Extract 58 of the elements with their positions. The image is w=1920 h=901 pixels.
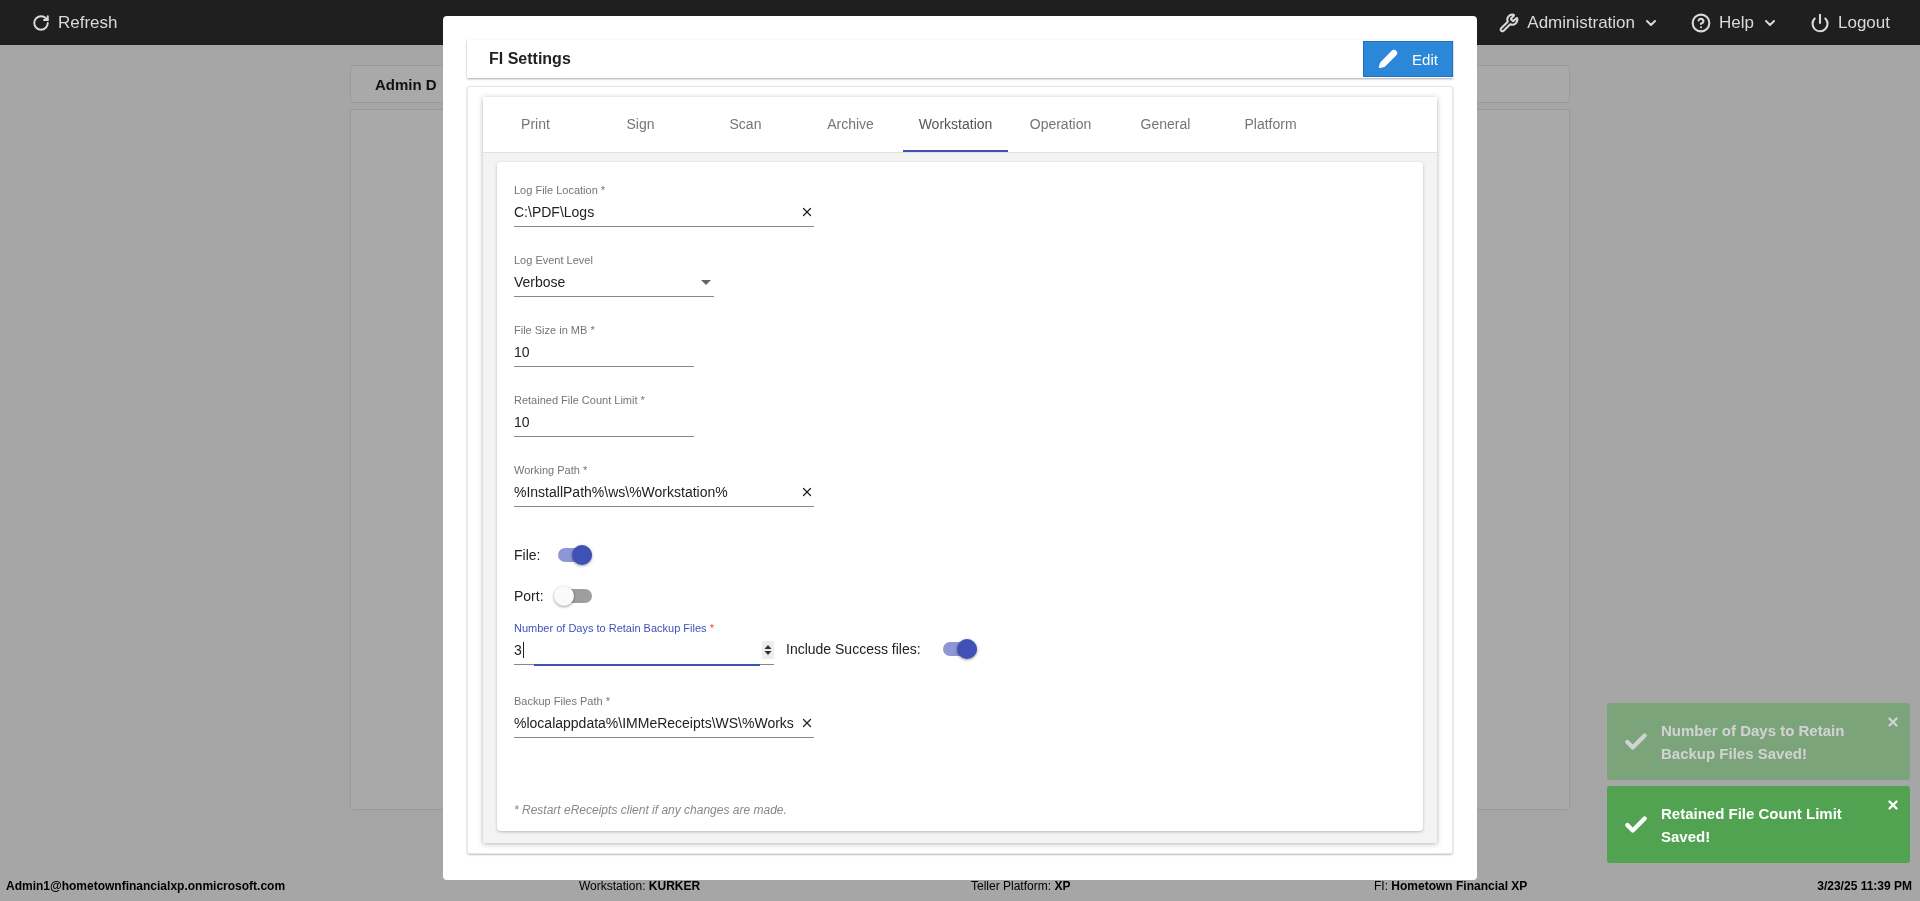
toggle-switch[interactable]: [558, 548, 592, 562]
tab[interactable]: Operation: [1008, 97, 1113, 152]
toggle-label: Include Success files:: [786, 641, 922, 657]
menu-link[interactable]: Logout: [1810, 12, 1890, 33]
help-icon: [1691, 12, 1712, 33]
clear-icon[interactable]: [800, 205, 814, 219]
restart-note: * Restart eReceipts client if any changes are made.: [514, 803, 788, 817]
number-field[interactable]: Number of Days to Retain Backup Files * 3: [514, 622, 774, 665]
dropdown-arrow-icon: [701, 279, 711, 285]
toggle-label: Port:: [514, 588, 545, 604]
menu-link[interactable]: Administration: [1499, 12, 1660, 33]
field-value: 10: [514, 344, 531, 360]
text-field[interactable]: File Size in MB * 10: [514, 324, 694, 367]
refresh-icon: [32, 13, 50, 32]
spinner-icon[interactable]: [762, 641, 774, 659]
field-label: File Size in MB *: [514, 324, 596, 338]
toast-message: Number of Days to Retain Backup Files Saved!: [1661, 720, 1846, 764]
toggle-label: File:: [514, 547, 542, 563]
pencil-icon: [1378, 49, 1399, 69]
field-label: Working Path *: [514, 464, 589, 478]
tab[interactable]: Sign: [588, 97, 693, 152]
field-label: Log File Location *: [514, 184, 607, 198]
wrench-icon: [1499, 12, 1520, 33]
field-label: Number of Days to Retain Backup Files *: [514, 622, 715, 636]
text-field[interactable]: Backup Files Path * %localappdata%\IMMeReceipts\WS\%Works: [514, 695, 814, 738]
status-item: Teller Platform: XP: [971, 879, 1072, 893]
tab[interactable]: Archive: [798, 97, 903, 152]
field-label: Log Event Level: [514, 254, 594, 268]
select-field[interactable]: Log Event Level Verbose: [514, 254, 714, 297]
dialog-title: FI Settings: [489, 50, 571, 68]
tab[interactable]: Print: [483, 97, 588, 152]
close-icon[interactable]: [1886, 798, 1900, 812]
text-field[interactable]: Retained File Count Limit * 10: [514, 394, 694, 437]
date-time: 3/23/25 11:39 PM: [1817, 879, 1912, 893]
user-email: Admin1@hometownfinancialxp.onmicrosoft.com: [6, 879, 287, 893]
tab[interactable]: Platform: [1218, 97, 1323, 152]
menu-link[interactable]: Help: [1691, 12, 1778, 33]
field-label: Retained File Count Limit *: [514, 394, 646, 408]
toggle-switch[interactable]: [943, 642, 977, 656]
clear-icon[interactable]: [800, 485, 814, 499]
clear-icon[interactable]: [800, 716, 814, 730]
field-value: %InstallPath%\ws\%Workstation%: [514, 484, 729, 500]
power-icon: [1810, 12, 1830, 33]
tab[interactable]: General: [1113, 97, 1218, 152]
field-value: C:\PDF\Logs: [514, 204, 596, 220]
edit-button[interactable]: Edit: [1363, 41, 1453, 77]
text-field[interactable]: Working Path * %InstallPath%\ws\%Workstation%: [514, 464, 814, 507]
refresh-button[interactable]: Refresh: [32, 12, 118, 33]
text-cursor: [522, 642, 524, 658]
status-item: FI: Hometown Financial XP: [1374, 879, 1529, 893]
status-item: Workstation: KURKER: [579, 879, 702, 893]
tab[interactable]: Scan: [693, 97, 798, 152]
text-field[interactable]: Log File Location * C:\PDF\Logs: [514, 184, 814, 227]
field-value: 3: [514, 642, 522, 658]
field-value: 10: [514, 414, 531, 430]
field-label: Backup Files Path *: [514, 695, 611, 709]
field-value: %localappdata%\IMMeReceipts\WS\%Works: [514, 715, 794, 731]
toast-message: Retained File Count Limit Saved!: [1661, 803, 1843, 847]
